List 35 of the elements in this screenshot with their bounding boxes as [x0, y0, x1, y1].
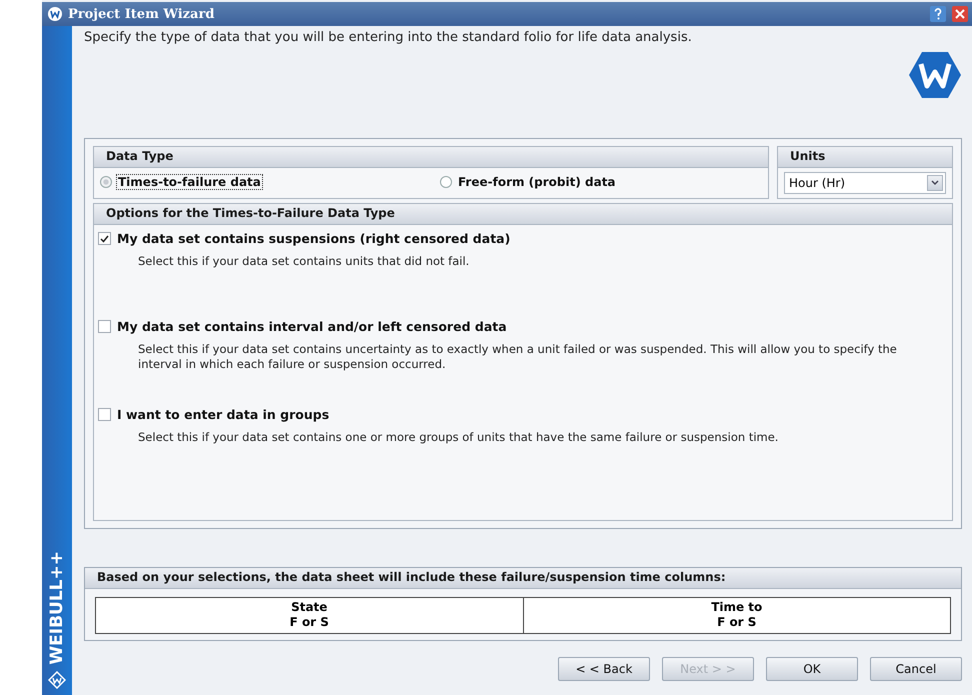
window-title: Project Item Wizard [68, 6, 214, 22]
radio-option[interactable]: Times-to-failure data [100, 174, 440, 190]
brand-label: WEIBULL++ [47, 551, 67, 665]
checkbox-label[interactable]: I want to enter data in groups [117, 407, 330, 422]
logo-icon [48, 671, 66, 689]
checkbox-label[interactable]: My data set contains interval and/or left censored data [117, 319, 507, 334]
close-icon[interactable] [952, 6, 968, 22]
section-header: Options for the Times-to-Failure Data Type [94, 204, 952, 225]
radio-button[interactable] [440, 176, 452, 188]
caret-icon [931, 180, 939, 186]
radio-button[interactable] [100, 176, 112, 188]
help-icon[interactable] [930, 6, 946, 22]
checkbox[interactable] [98, 232, 111, 245]
section-header: Data Type [94, 147, 768, 168]
option-description: Select this if your data set contains uncertainty as to exactly when a unit failed or was suspended. This will allow you to specify the interval in which each failure or suspension occurred. [137, 342, 898, 372]
dialog-button[interactable]: OK [766, 657, 858, 681]
option-description: Select this if your data set contains units that did not fail. [137, 254, 470, 269]
radio-label[interactable]: Free-form (probit) data [456, 174, 618, 190]
radio-option[interactable]: Free-form (probit) data [440, 174, 740, 190]
units-dropdown[interactable]: Hour (Hr) [784, 172, 946, 194]
check-icon [100, 234, 109, 242]
dialog-button[interactable]: < < Back [558, 657, 650, 681]
logo-icon [908, 50, 962, 100]
section-header: Based on your selections, the data sheet will include these failure/suspension time columns: [85, 568, 961, 589]
checkbox[interactable] [98, 320, 111, 333]
dialog-button[interactable]: Cancel [870, 657, 962, 681]
radio-label[interactable]: Times-to-failure data [116, 174, 263, 190]
option-description: Select this if your data set contains one or more groups of units that have the same failure or suspension time. [137, 430, 780, 445]
checkbox[interactable] [98, 408, 111, 421]
column-header: State F or S [288, 599, 330, 631]
checkbox-label[interactable]: My data set contains suspensions (right censored data) [117, 231, 510, 246]
app-icon [48, 7, 62, 21]
column-header: Time to F or S [522, 598, 950, 633]
instruction-text: Specify the type of data that you will be entering into the standard folio for life data analysis. [84, 30, 692, 45]
section-header: Units [778, 147, 952, 168]
